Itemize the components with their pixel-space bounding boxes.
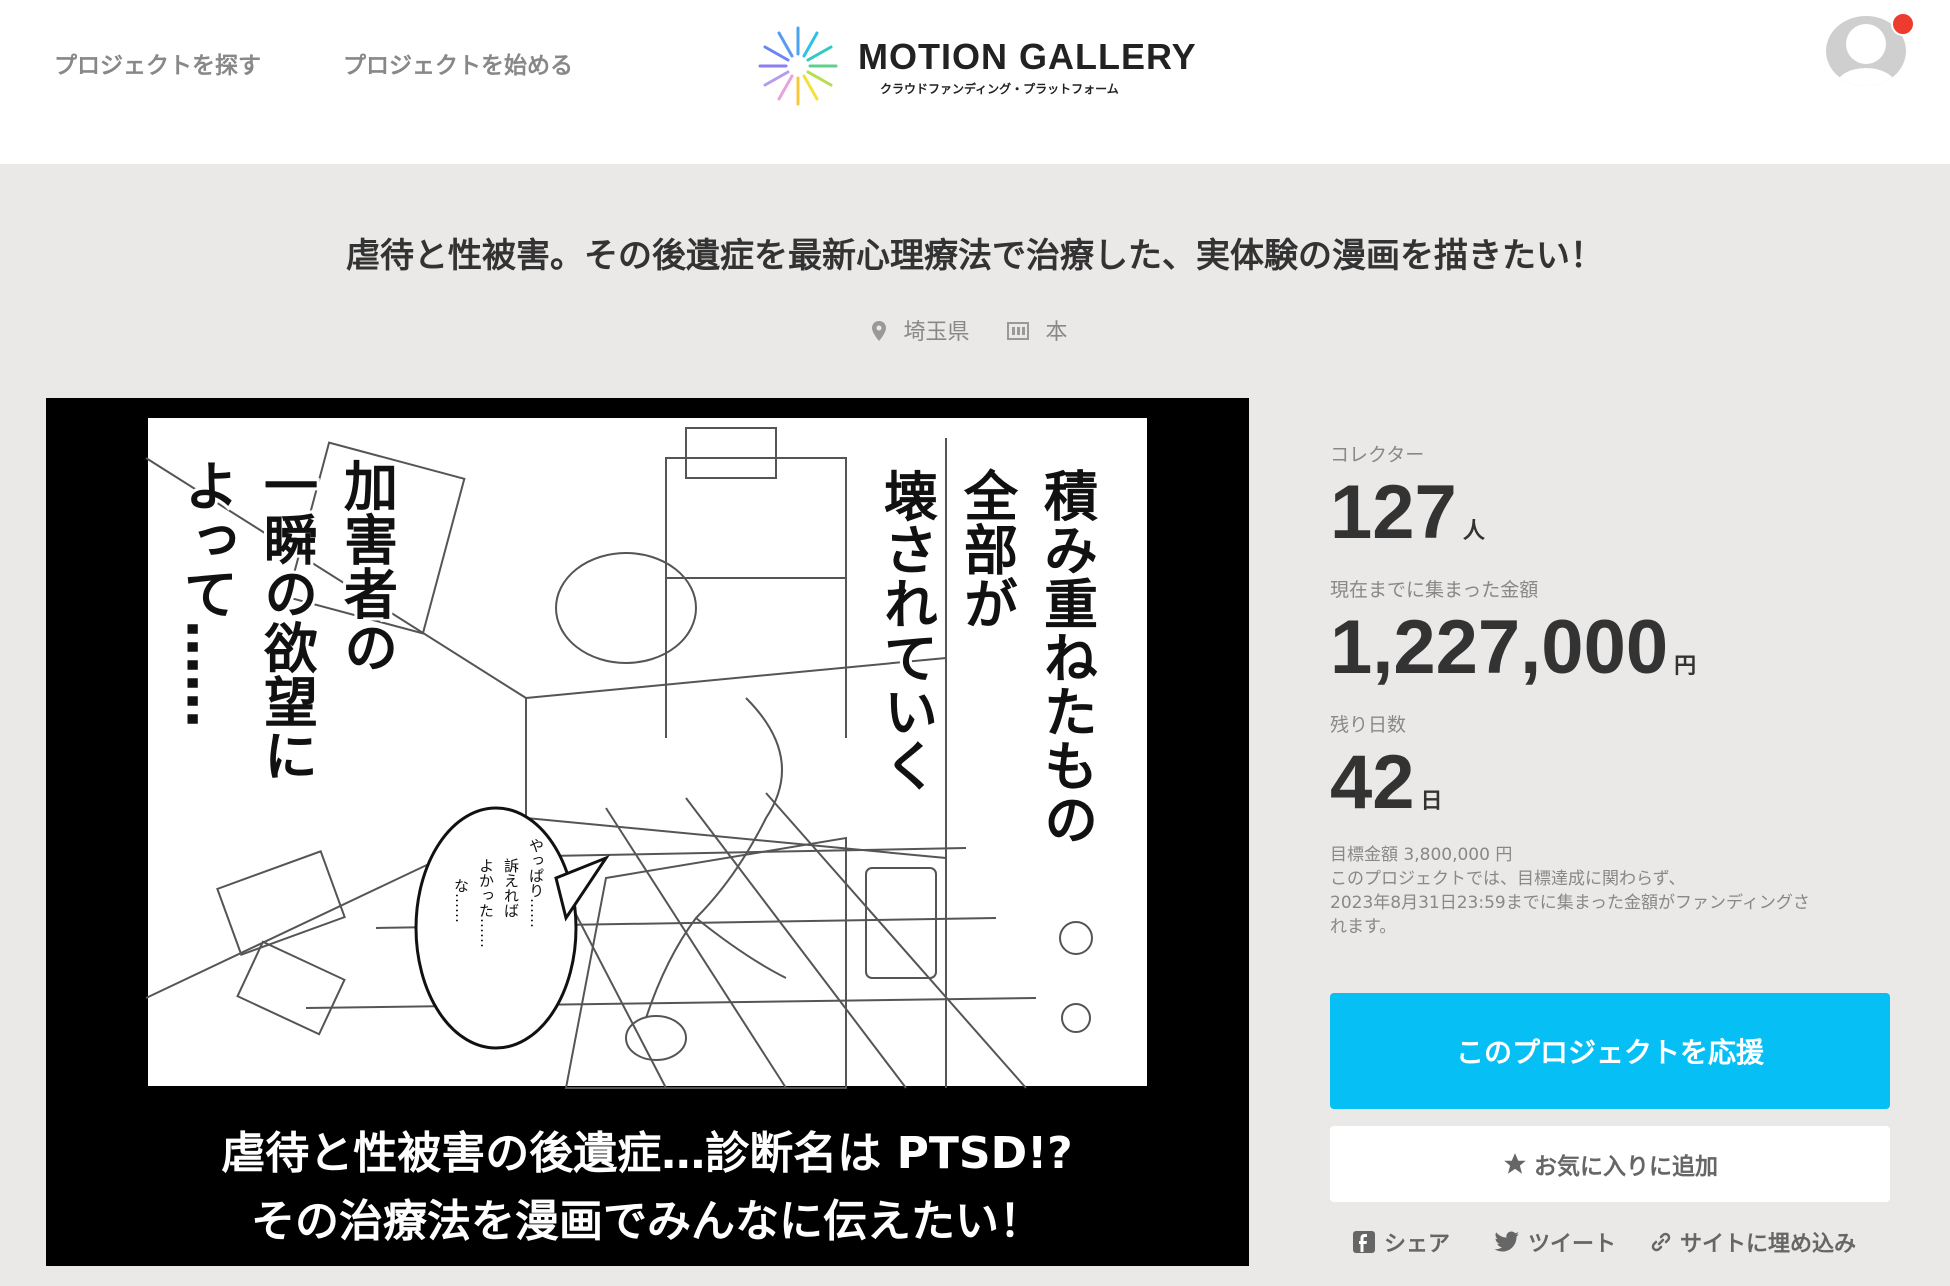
hero-caption-line-1: 虐待と性被害の後遺症…診断名は PTSD!? xyxy=(221,1128,1072,1179)
site-header: プロジェクトを探す プロジェクトを始める MOTION GALLERY クラウド… xyxy=(0,0,1950,164)
project-hero-image[interactable]: 積み重ねたもの 全部が 壊されていく 加害者の 一瞬の欲望に よって…… やっぱ… xyxy=(46,398,1249,1266)
logo-subtitle: クラウドファンディング・プラットフォーム xyxy=(880,82,1119,96)
goal-amount: 目標金額 3,800,000 円 xyxy=(1330,845,1513,865)
vertical-text-1: 積み重ねたもの xyxy=(1035,468,1098,846)
days-unit: 日 xyxy=(1420,789,1443,814)
project-title: 虐待と性被害。その後遺症を最新心理療法で治療した、実体験の漫画を描きたい！ xyxy=(346,236,1604,276)
facebook-icon xyxy=(1353,1231,1375,1253)
site-logo[interactable]: MOTION GALLERY クラウドファンディング・プラットフォーム xyxy=(758,26,1196,106)
funding-note-3: れます。 xyxy=(1330,917,1397,937)
collectors-count: 127 xyxy=(1330,470,1457,555)
amount-label: 現在までに集まった金額 xyxy=(1330,579,1539,601)
embed-label: サイトに埋め込み xyxy=(1680,1232,1857,1257)
tweet-label: ツイート xyxy=(1528,1232,1617,1257)
funding-stats: コレクター 127 人 現在までに集まった金額 1,227,000 円 残り日数 4… xyxy=(1330,440,1890,939)
vertical-text-2: 全部が xyxy=(955,468,1019,630)
embed-link[interactable]: サイトに埋め込み xyxy=(1650,1226,1856,1258)
collectors-label: コレクター xyxy=(1330,444,1425,466)
manga-illustration: 積み重ねたもの 全部が 壊されていく 加害者の 一瞬の欲望に よって…… やっぱ… xyxy=(46,398,1249,1266)
location-tag[interactable]: 埼玉県 xyxy=(872,320,986,345)
vertical-text-6: よって…… xyxy=(175,458,238,728)
collectors-unit: 人 xyxy=(1462,519,1485,544)
amount-raised: 1,227,000 xyxy=(1330,605,1669,690)
add-favorite-button[interactable]: お気に入りに追加 xyxy=(1330,1126,1890,1202)
add-favorite-label: お気に入りに追加 xyxy=(1534,1154,1718,1180)
vertical-text-4: 加害者の xyxy=(335,458,398,674)
bubble-text-3: よかった…… xyxy=(477,858,495,948)
project-meta: 埼玉県 本 xyxy=(0,314,1950,346)
support-project-button[interactable]: このプロジェクトを応援 xyxy=(1330,993,1890,1109)
amount-unit: 円 xyxy=(1674,654,1697,679)
twitter-bird-icon xyxy=(1494,1231,1519,1252)
hero-caption-line-2: その治療法を漫画でみんなに伝えたい！ xyxy=(251,1196,1043,1247)
vertical-text-3: 壊されていく xyxy=(875,468,938,792)
nav-explore-projects[interactable]: プロジェクトを探す xyxy=(54,46,261,80)
bubble-text-2: 訴えれば xyxy=(502,858,520,918)
share-label: シェア xyxy=(1384,1232,1451,1257)
days-label: 残り日数 xyxy=(1330,714,1407,736)
bubble-text-1: やっぱり…… xyxy=(527,838,545,928)
logo-burst-icon xyxy=(758,26,838,106)
star-icon xyxy=(1504,1153,1526,1174)
tweet-link[interactable]: ツイート xyxy=(1494,1226,1616,1258)
location-label: 埼玉県 xyxy=(903,320,970,345)
map-pin-icon xyxy=(872,321,887,341)
share-facebook-link[interactable]: シェア xyxy=(1352,1226,1450,1258)
category-label: 本 xyxy=(1045,320,1068,345)
vertical-text-5: 一瞬の欲望に xyxy=(255,458,319,782)
funding-note-2: 2023年8月31日23:59までに集まった金額がファンディングさ xyxy=(1330,893,1810,913)
notification-dot xyxy=(1891,12,1915,36)
bubble-text-4: な…… xyxy=(452,878,470,923)
funding-note-1: このプロジェクトでは、目標達成に関わらず、 xyxy=(1330,869,1686,889)
nav-start-project[interactable]: プロジェクトを始める xyxy=(343,46,573,80)
link-chain-icon xyxy=(1651,1232,1671,1252)
days-remaining: 42 xyxy=(1330,740,1415,825)
category-tag[interactable]: 本 xyxy=(1006,320,1078,345)
logo-title: MOTION GALLERY xyxy=(858,36,1197,77)
building-icon xyxy=(1006,322,1029,340)
